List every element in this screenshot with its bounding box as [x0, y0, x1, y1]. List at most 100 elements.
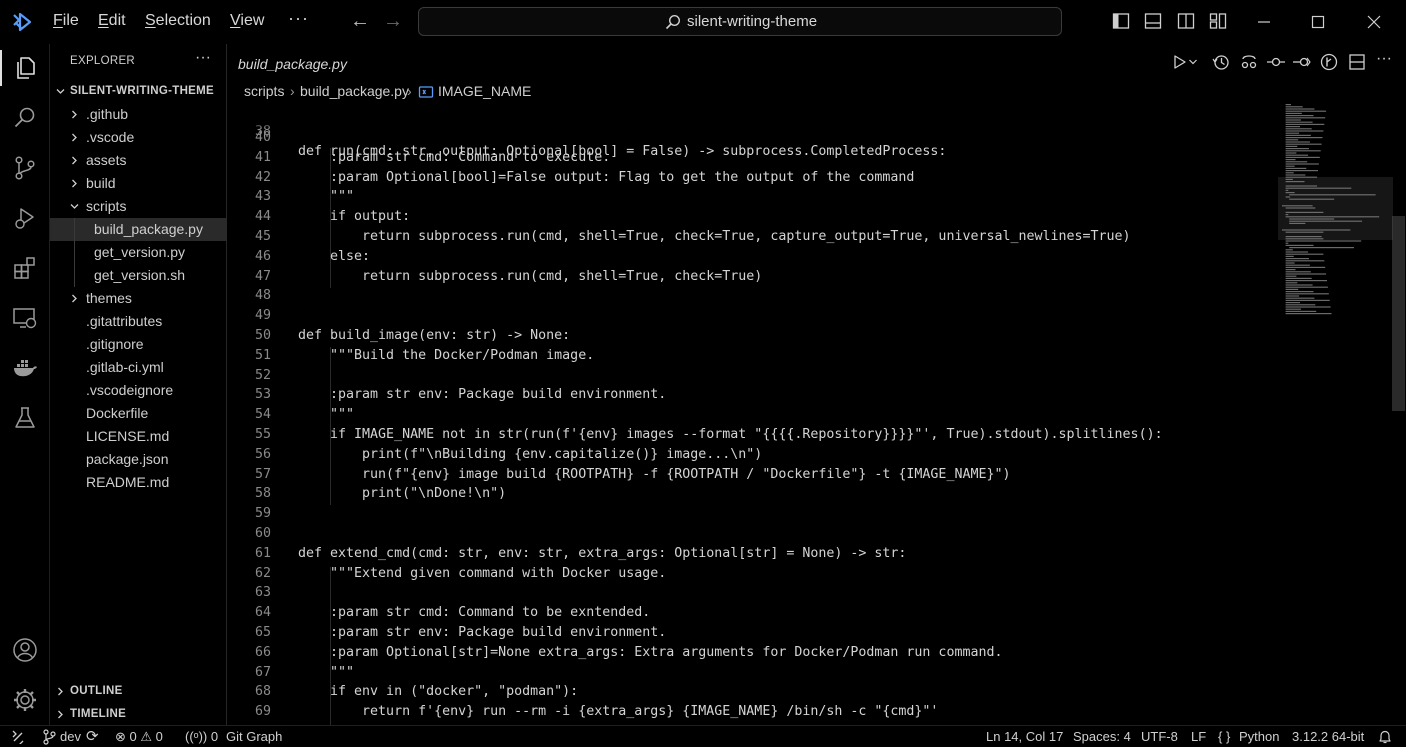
- menu-file[interactable]: File: [53, 12, 79, 30]
- language-braces-icon[interactable]: { }: [1218, 729, 1230, 744]
- tree-item[interactable]: scripts: [50, 195, 227, 218]
- tree-item[interactable]: themes: [50, 287, 227, 310]
- language-mode[interactable]: Python: [1239, 729, 1279, 744]
- code-line[interactable]: 69 return f'{env} run --rm -i {extra_arg…: [228, 702, 1268, 722]
- split-editor-icon[interactable]: [1348, 53, 1366, 71]
- tree-item[interactable]: package.json: [50, 448, 227, 471]
- customize-layout-icon[interactable]: [1209, 12, 1227, 30]
- minimap-slider[interactable]: [1278, 177, 1393, 240]
- code-line[interactable]: 51 """Build the Docker/Podman image.: [228, 346, 1268, 366]
- python-interpreter[interactable]: 3.12.2 64-bit: [1292, 729, 1364, 744]
- breadcrumb-symbol[interactable]: IMAGE_NAME: [438, 83, 531, 99]
- docker-icon[interactable]: [12, 355, 38, 381]
- code-line[interactable]: 59: [228, 504, 1268, 524]
- toggle-secondary-sidebar-icon[interactable]: [1177, 12, 1195, 30]
- close-icon[interactable]: [1362, 10, 1386, 34]
- code-line[interactable]: 64 :param str cmd: Command to be exntend…: [228, 603, 1268, 623]
- git-branch[interactable]: dev: [60, 729, 81, 744]
- code-line[interactable]: 56 print(f"\nBuilding {env.capitalize()}…: [228, 445, 1268, 465]
- minimize-icon[interactable]: [1252, 10, 1276, 34]
- extensions-icon[interactable]: [12, 255, 38, 281]
- code-line[interactable]: 66 :param Optional[str]=None extra_args:…: [228, 643, 1268, 663]
- git-graph-button[interactable]: Git Graph: [226, 729, 282, 744]
- tree-item[interactable]: .github: [50, 103, 227, 126]
- run-and-debug-icon[interactable]: [12, 205, 38, 231]
- tree-item[interactable]: .gitlab-ci.yml: [50, 356, 227, 379]
- tree-item[interactable]: .gitattributes: [50, 310, 227, 333]
- tree-item[interactable]: get_version.sh: [50, 264, 227, 287]
- toggle-primary-sidebar-icon[interactable]: [1112, 12, 1130, 30]
- cursor-position[interactable]: Ln 14, Col 17: [986, 729, 1063, 744]
- workspace-root[interactable]: SILENT-WRITING-THEME: [50, 80, 227, 103]
- back-arrow-icon[interactable]: ←: [350, 10, 370, 33]
- code-line[interactable]: 45 return subprocess.run(cmd, shell=True…: [228, 227, 1268, 247]
- git-compare-icon[interactable]: [1240, 53, 1258, 71]
- code-line[interactable]: 52: [228, 366, 1268, 386]
- problems-indicator[interactable]: ⊗ 0 ⚠ 0: [115, 729, 163, 745]
- code-line[interactable]: 62 """Extend given command with Docker u…: [228, 564, 1268, 584]
- tree-item[interactable]: get_version.py: [50, 241, 227, 264]
- menu-edit[interactable]: Edit: [98, 12, 126, 30]
- code-line[interactable]: 55 if IMAGE_NAME not in str(run(f'{env} …: [228, 425, 1268, 445]
- code-line[interactable]: 63: [228, 583, 1268, 603]
- tree-item[interactable]: build: [50, 172, 227, 195]
- notifications-bell-icon[interactable]: [1378, 729, 1392, 745]
- editor-more-actions-button[interactable]: ···: [1376, 50, 1398, 68]
- run-python-file-icon[interactable]: [1171, 53, 1189, 71]
- run-dropdown-chevron-icon[interactable]: [1188, 53, 1198, 71]
- minimap[interactable]: [1278, 102, 1393, 725]
- manage-gear-icon[interactable]: [12, 687, 38, 713]
- sync-icon[interactable]: ⟳: [86, 727, 99, 745]
- git-commit-icon[interactable]: [1267, 53, 1285, 71]
- tree-item[interactable]: .gitignore: [50, 333, 227, 356]
- end-of-line[interactable]: LF: [1191, 729, 1206, 744]
- code-line[interactable]: 54 """: [228, 405, 1268, 425]
- sticky-scroll-line[interactable]: 38 def run(cmd: str, output: Optional[bo…: [228, 102, 1268, 159]
- search-icon[interactable]: [12, 105, 38, 131]
- remote-explorer-icon[interactable]: [12, 305, 38, 331]
- code-line[interactable]: 49: [228, 306, 1268, 326]
- code-line[interactable]: 47 return subprocess.run(cmd, shell=True…: [228, 267, 1268, 287]
- encoding[interactable]: UTF-8: [1141, 729, 1178, 744]
- code-line[interactable]: 53 :param str env: Package build environ…: [228, 385, 1268, 405]
- code-editor[interactable]: 4041 :param str cmd: Command to execute.…: [228, 102, 1268, 725]
- testing-icon[interactable]: [12, 405, 38, 431]
- tree-item[interactable]: LICENSE.md: [50, 425, 227, 448]
- vscode-logo-icon[interactable]: [11, 11, 33, 33]
- tab-build-package[interactable]: build_package.py: [228, 44, 347, 81]
- git-next-change-icon[interactable]: [1293, 53, 1311, 71]
- breadcrumb-folder[interactable]: scripts: [244, 83, 284, 99]
- code-line[interactable]: 68 if env in ("docker", "podman"):: [228, 682, 1268, 702]
- menu-selection[interactable]: Selection: [145, 12, 211, 30]
- code-line[interactable]: 57 run(f"{env} image build {ROOTPATH} -f…: [228, 465, 1268, 485]
- outline-section[interactable]: OUTLINE: [50, 680, 227, 703]
- breadcrumb-file[interactable]: build_package.py: [300, 83, 409, 99]
- menu-more-button[interactable]: ···: [288, 8, 309, 29]
- vertical-scrollbar[interactable]: [1392, 216, 1405, 411]
- tree-item[interactable]: .vscode: [50, 126, 227, 149]
- source-control-icon[interactable]: [12, 155, 38, 181]
- code-line[interactable]: 67 """: [228, 663, 1268, 683]
- tree-item[interactable]: build_package.py: [50, 218, 227, 241]
- tree-item[interactable]: README.md: [50, 471, 227, 494]
- indentation[interactable]: Spaces: 4: [1073, 729, 1131, 744]
- code-line[interactable]: 65 :param str env: Package build environ…: [228, 623, 1268, 643]
- toggle-panel-icon[interactable]: [1144, 12, 1162, 30]
- forward-arrow-icon[interactable]: →: [383, 10, 403, 33]
- code-line[interactable]: 46 else:: [228, 247, 1268, 267]
- gitlens-icon[interactable]: [1320, 53, 1338, 71]
- tree-item[interactable]: assets: [50, 149, 227, 172]
- menu-view[interactable]: View: [230, 12, 264, 30]
- tree-item[interactable]: Dockerfile: [50, 402, 227, 425]
- code-line[interactable]: 48: [228, 286, 1268, 306]
- code-line[interactable]: 44 if output:: [228, 207, 1268, 227]
- maximize-icon[interactable]: [1306, 10, 1330, 34]
- code-line[interactable]: 61 def extend_cmd(cmd: str, env: str, ext…: [228, 544, 1268, 564]
- code-line[interactable]: 50 def build_image(env: str) -> None:: [228, 326, 1268, 346]
- tree-item[interactable]: .vscodeignore: [50, 379, 227, 402]
- timeline-history-icon[interactable]: [1212, 53, 1230, 71]
- ports-indicator[interactable]: ((ᵒ)) 0: [185, 729, 218, 744]
- explorer-icon[interactable]: [12, 55, 38, 81]
- timeline-section[interactable]: TIMELINE: [50, 703, 227, 726]
- code-line[interactable]: 58 print("\nDone!\n"): [228, 484, 1268, 504]
